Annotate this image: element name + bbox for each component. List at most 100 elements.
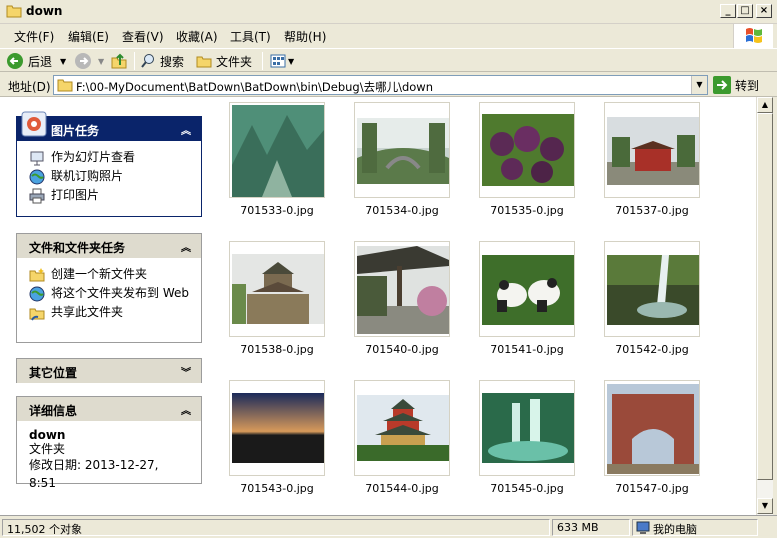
file-tasks-header[interactable]: 文件和文件夹任务 ︽	[17, 234, 201, 258]
menu-tools[interactable]: 工具(T)	[230, 28, 271, 45]
go-label: 转到	[735, 78, 760, 93]
thumbnail-image	[232, 105, 324, 197]
back-button[interactable]: 后退 ▼	[6, 52, 66, 70]
menu-file[interactable]: 文件(F)	[14, 28, 54, 45]
task-print[interactable]: 打印图片	[29, 188, 189, 204]
vertical-scrollbar[interactable]: ▲ ▼	[756, 97, 773, 515]
forward-dropdown-icon[interactable]: ▼	[98, 57, 104, 66]
status-size: 633 MB	[552, 519, 630, 536]
address-dropdown-icon[interactable]: ▼	[691, 76, 707, 94]
folder-icon	[57, 79, 73, 92]
up-folder-button[interactable]	[110, 52, 128, 70]
file-tasks-title: 文件和文件夹任务	[29, 241, 126, 255]
task-order-prints[interactable]: 联机订购照片	[29, 169, 189, 185]
forward-button[interactable]: ▼	[74, 52, 104, 70]
address-bar: 地址(D) F:\00-MyDocument\BatDown\BatDown\b…	[0, 73, 777, 97]
task-pane: 图片任务 ︽ 作为幻灯片查看 联机订购照片 打印图片 文件和文件夹任务 ︽ 创建…	[0, 97, 214, 515]
file-thumbnail[interactable]: 701540-0.jpg	[354, 241, 450, 356]
details-modified: 修改日期: 2013-12-27, 8:51	[29, 458, 159, 490]
task-slideshow[interactable]: 作为幻灯片查看	[29, 150, 189, 166]
views-button[interactable]: ▼	[270, 52, 294, 70]
collapse-chevron-icon[interactable]: ︽	[181, 402, 191, 417]
go-button[interactable]: 转到	[713, 75, 771, 95]
file-tasks-panel: 文件和文件夹任务 ︽ 创建一个新文件夹 将这个文件夹发布到 Web 共享此文件夹	[16, 233, 202, 343]
address-label: 地址(D)	[8, 80, 51, 94]
file-name: 701533-0.jpg	[240, 204, 314, 217]
thumbnail-image	[607, 255, 699, 325]
file-name: 701547-0.jpg	[615, 482, 689, 495]
thumbnail-image	[232, 393, 324, 463]
pictures-icon	[21, 111, 47, 137]
collapse-chevron-icon[interactable]: ︽	[181, 122, 191, 137]
details-header[interactable]: 详细信息 ︽	[17, 397, 201, 421]
folders-label: 文件夹	[216, 54, 253, 69]
minimize-button[interactable]: _	[720, 4, 736, 18]
details-panel: 详细信息 ︽ down 文件夹 修改日期: 2013-12-27, 8:51	[16, 396, 202, 490]
address-path: F:\00-MyDocument\BatDown\BatDown\bin\Deb…	[76, 80, 433, 94]
thumbnail-image	[357, 118, 449, 184]
file-name: 701535-0.jpg	[490, 204, 564, 217]
picture-tasks-title: 图片任务	[51, 124, 100, 138]
status-location-label: 我的电脑	[653, 523, 697, 536]
menu-help[interactable]: 帮助(H)	[284, 28, 326, 45]
file-thumbnail[interactable]: 701538-0.jpg	[229, 241, 325, 356]
window-title: down	[26, 4, 63, 18]
close-button[interactable]: ×	[756, 4, 772, 18]
globe-icon	[29, 286, 45, 302]
file-name: 701537-0.jpg	[615, 204, 689, 217]
status-location: 我的电脑	[632, 519, 758, 536]
thumbnail-image	[357, 246, 449, 334]
my-computer-icon	[636, 521, 650, 534]
search-label: 搜索	[160, 54, 185, 69]
thumbnail-image	[232, 254, 324, 324]
new-folder-icon	[29, 268, 45, 282]
task-label: 共享此文件夹	[51, 305, 124, 319]
file-thumbnail[interactable]: 701545-0.jpg	[479, 380, 575, 495]
task-label: 联机订购照片	[51, 169, 124, 183]
file-thumbnail[interactable]: 701542-0.jpg	[604, 241, 700, 356]
thumbnail-image	[482, 255, 574, 325]
other-places-header[interactable]: 其它位置 ︾	[17, 359, 201, 383]
thumbnail-image	[607, 117, 699, 185]
folders-button[interactable]: 文件夹	[196, 52, 252, 70]
status-object-count: 11,502 个对象	[2, 519, 550, 536]
file-name: 701540-0.jpg	[365, 343, 439, 356]
menu-edit[interactable]: 编辑(E)	[68, 28, 109, 45]
file-thumbnail[interactable]: 701544-0.jpg	[354, 380, 450, 495]
file-thumbnail[interactable]: 701535-0.jpg	[479, 102, 575, 217]
details-name: down	[29, 428, 66, 442]
share-folder-icon	[29, 308, 45, 321]
windows-logo	[733, 24, 773, 48]
file-name: 701543-0.jpg	[240, 482, 314, 495]
folder-icon	[196, 56, 212, 68]
status-bar: 11,502 个对象 633 MB 我的电脑	[0, 515, 777, 538]
file-thumbnail[interactable]: 701541-0.jpg	[479, 241, 575, 356]
thumbnail-image	[607, 384, 699, 474]
file-thumbnail[interactable]: 701537-0.jpg	[604, 102, 700, 217]
file-thumbnail[interactable]: 701543-0.jpg	[229, 380, 325, 495]
task-publish-web[interactable]: 将这个文件夹发布到 Web	[29, 286, 189, 302]
thumbnail-image	[357, 395, 449, 461]
back-dropdown-icon[interactable]: ▼	[60, 57, 66, 66]
globe-icon	[29, 169, 45, 185]
search-button[interactable]: 搜索	[140, 52, 184, 70]
scroll-thumb[interactable]	[757, 113, 773, 480]
menu-view[interactable]: 查看(V)	[122, 28, 164, 45]
details-title: 详细信息	[29, 404, 78, 418]
scroll-up-button[interactable]: ▲	[757, 97, 773, 113]
expand-chevron-icon[interactable]: ︾	[181, 364, 191, 379]
file-name: 701538-0.jpg	[240, 343, 314, 356]
picture-tasks-header[interactable]: 图片任务 ︽	[17, 111, 201, 141]
collapse-chevron-icon[interactable]: ︽	[181, 239, 191, 254]
title-bar: down _ □ ×	[0, 0, 777, 24]
maximize-button[interactable]: □	[737, 4, 753, 18]
menu-favorites[interactable]: 收藏(A)	[176, 28, 218, 45]
task-share-folder[interactable]: 共享此文件夹	[29, 305, 189, 321]
file-thumbnail[interactable]: 701547-0.jpg	[604, 380, 700, 495]
search-icon	[141, 54, 154, 68]
task-new-folder[interactable]: 创建一个新文件夹	[29, 267, 189, 283]
file-thumbnail[interactable]: 701533-0.jpg	[229, 102, 325, 217]
address-field[interactable]: F:\00-MyDocument\BatDown\BatDown\bin\Deb…	[53, 75, 708, 95]
scroll-down-button[interactable]: ▼	[757, 498, 773, 514]
file-thumbnail[interactable]: 701534-0.jpg	[354, 102, 450, 217]
